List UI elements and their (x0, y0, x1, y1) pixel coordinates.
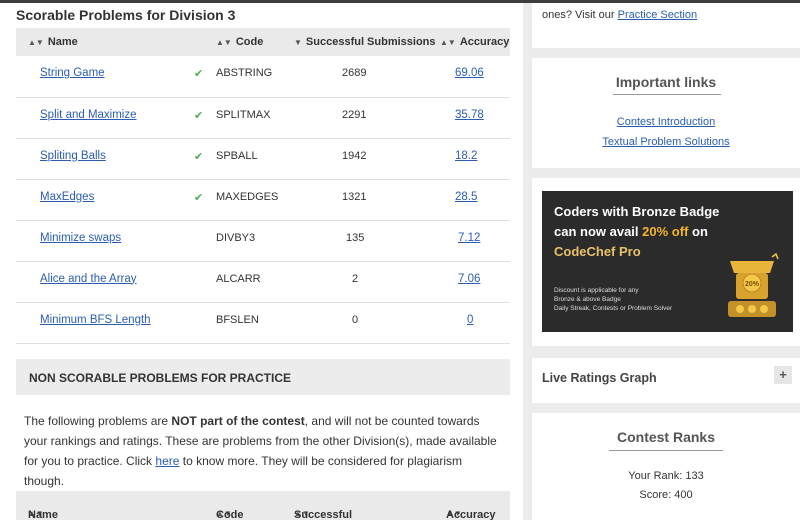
problem-code: BFSLEN (216, 302, 294, 344)
practice-section-link[interactable]: Practice Section (618, 9, 697, 21)
non-scorable-description: The following problems are NOT part of t… (24, 414, 497, 488)
problem-submissions: 2689 (294, 56, 440, 98)
problem-link[interactable]: MaxEdges (40, 191, 94, 203)
table-row: Split and Maximize ✔ SPLITMAX 2291 35.78 (16, 97, 510, 139)
non-scorable-header: NON SCORABLE PROBLEMS FOR PRACTICE (16, 359, 510, 395)
problem-link[interactable]: String Game (40, 67, 105, 79)
promo-banner[interactable]: Coders with Bronze Badge can now avail 2… (542, 191, 793, 332)
page: Scorable Problems for Division 3 ▲▼ Name … (0, 0, 800, 520)
problems-table: ▲▼ Name ▲▼ Code ▼ Successful Submissions ▲▼… (16, 28, 510, 344)
promo-small2: Bronze & above Badge (554, 296, 621, 303)
problem-link[interactable]: Minimum BFS Length (40, 314, 151, 326)
promo-small1: Discount is applicable for any (554, 287, 639, 294)
table-row: Minimize swaps DIVBY3 135 7.12 (16, 220, 510, 262)
problem-link[interactable]: Spliting Balls (40, 150, 106, 162)
sort-down-icon: ▼ (294, 38, 302, 47)
table2-header-row: ▲▼Name ▲▼Code ▲▼Successful Submissions ▲… (16, 491, 510, 520)
problem-submissions: 0 (294, 302, 440, 344)
problem-submissions: 2291 (294, 97, 440, 139)
main-content: Scorable Problems for Division 3 ▲▼ Name … (0, 3, 523, 520)
check-icon: ✔ (194, 150, 204, 163)
sort-icon: ▲▼ (216, 38, 232, 47)
textual-solutions-link[interactable]: Textual Problem Solutions (602, 136, 729, 148)
title-underline (609, 450, 723, 451)
promo-line2a: can now avail (554, 224, 643, 239)
score: Score: 400 (639, 489, 693, 501)
promo-discount: 20% off (642, 224, 689, 239)
header-code[interactable]: ▲▼ Code (216, 28, 294, 56)
trophy-badge-text: 20% (745, 281, 760, 288)
accuracy-link[interactable]: 28.5 (455, 191, 477, 203)
accuracy-link[interactable]: 7.06 (458, 273, 480, 285)
important-links-title: Important links (615, 74, 717, 90)
promo-card: Coders with Bronze Badge can now avail 2… (532, 178, 800, 346)
header-accuracy[interactable]: ▲▼ Accuracy (440, 28, 510, 56)
table-row: String Game ✔ ABSTRING 2689 69.06 (16, 56, 510, 98)
accuracy-link[interactable]: 0 (467, 314, 473, 326)
promo-line2c: on (688, 224, 708, 239)
live-ratings-label: Live Ratings Graph (542, 371, 657, 385)
problem-code: ABSTRING (216, 56, 294, 98)
problem-link[interactable]: Alice and the Array (40, 273, 137, 285)
important-links-card: Important links Contest Introduction Tex… (532, 58, 800, 168)
problem-link[interactable]: Split and Maximize (40, 109, 137, 121)
contest-ranks-card: Contest Ranks Your Rank: 133 Score: 400 (532, 413, 800, 520)
live-ratings-card[interactable]: Live Ratings Graph + (532, 358, 800, 403)
table-row: Spliting Balls ✔ SPBALL 1942 18.2 (16, 138, 510, 180)
contest-ranks-title: Contest Ranks (616, 429, 716, 445)
plus-icon[interactable]: + (774, 366, 792, 384)
bold-text: NOT part of the contest (171, 414, 305, 428)
check-icon: ✔ (194, 68, 204, 80)
your-rank: Your Rank: 133 (628, 470, 704, 482)
accuracy-link[interactable]: 7.12 (458, 232, 480, 244)
table-row: MaxEdges ✔ MAXEDGES 1321 28.5 (16, 179, 510, 221)
here-link[interactable]: here (155, 454, 179, 468)
sort-icon: ▲▼ (440, 38, 456, 47)
table-row: Alice and the Array ALCARR 2 7.06 (16, 261, 510, 303)
title-underline (613, 94, 721, 95)
trophy-icon: 20% (728, 253, 779, 317)
header-name[interactable]: ▲▼ Name (16, 28, 216, 56)
accuracy-link[interactable]: 18.2 (455, 150, 477, 162)
problem-submissions: 2 (294, 261, 440, 303)
table-row: Minimum BFS Length BFSLEN 0 0 (16, 302, 510, 344)
problem-submissions: 1942 (294, 138, 440, 180)
practice-card: ones? Visit our Practice Section (532, 3, 800, 48)
problem-link[interactable]: Minimize swaps (40, 232, 121, 244)
problem-code: ALCARR (216, 261, 294, 303)
page-title: Scorable Problems for Division 3 (16, 7, 236, 23)
promo-line1: Coders with Bronze Badge (554, 204, 720, 219)
check-icon: ✔ (194, 109, 204, 122)
contest-introduction-link[interactable]: Contest Introduction (617, 116, 715, 128)
promo-brand: CodeChef Pro (554, 244, 641, 259)
check-icon: ✔ (194, 191, 204, 204)
promo-small3: Daily Streak, Contests or Problem Solver (554, 305, 673, 312)
sort-icon: ▲▼ (28, 38, 44, 47)
problem-code: DIVBY3 (216, 220, 294, 262)
accuracy-link[interactable]: 35.78 (455, 109, 484, 121)
problem-submissions: 1321 (294, 179, 440, 221)
header-submissions[interactable]: ▼ Successful Submissions (294, 28, 440, 56)
problem-submissions: 135 (294, 220, 440, 262)
accuracy-link[interactable]: 69.06 (455, 67, 484, 79)
problem-code: MAXEDGES (216, 179, 294, 221)
problem-code: SPBALL (216, 138, 294, 180)
table-header-row: ▲▼ Name ▲▼ Code ▼ Successful Submissions ▲▼… (16, 28, 510, 56)
problem-code: SPLITMAX (216, 97, 294, 139)
